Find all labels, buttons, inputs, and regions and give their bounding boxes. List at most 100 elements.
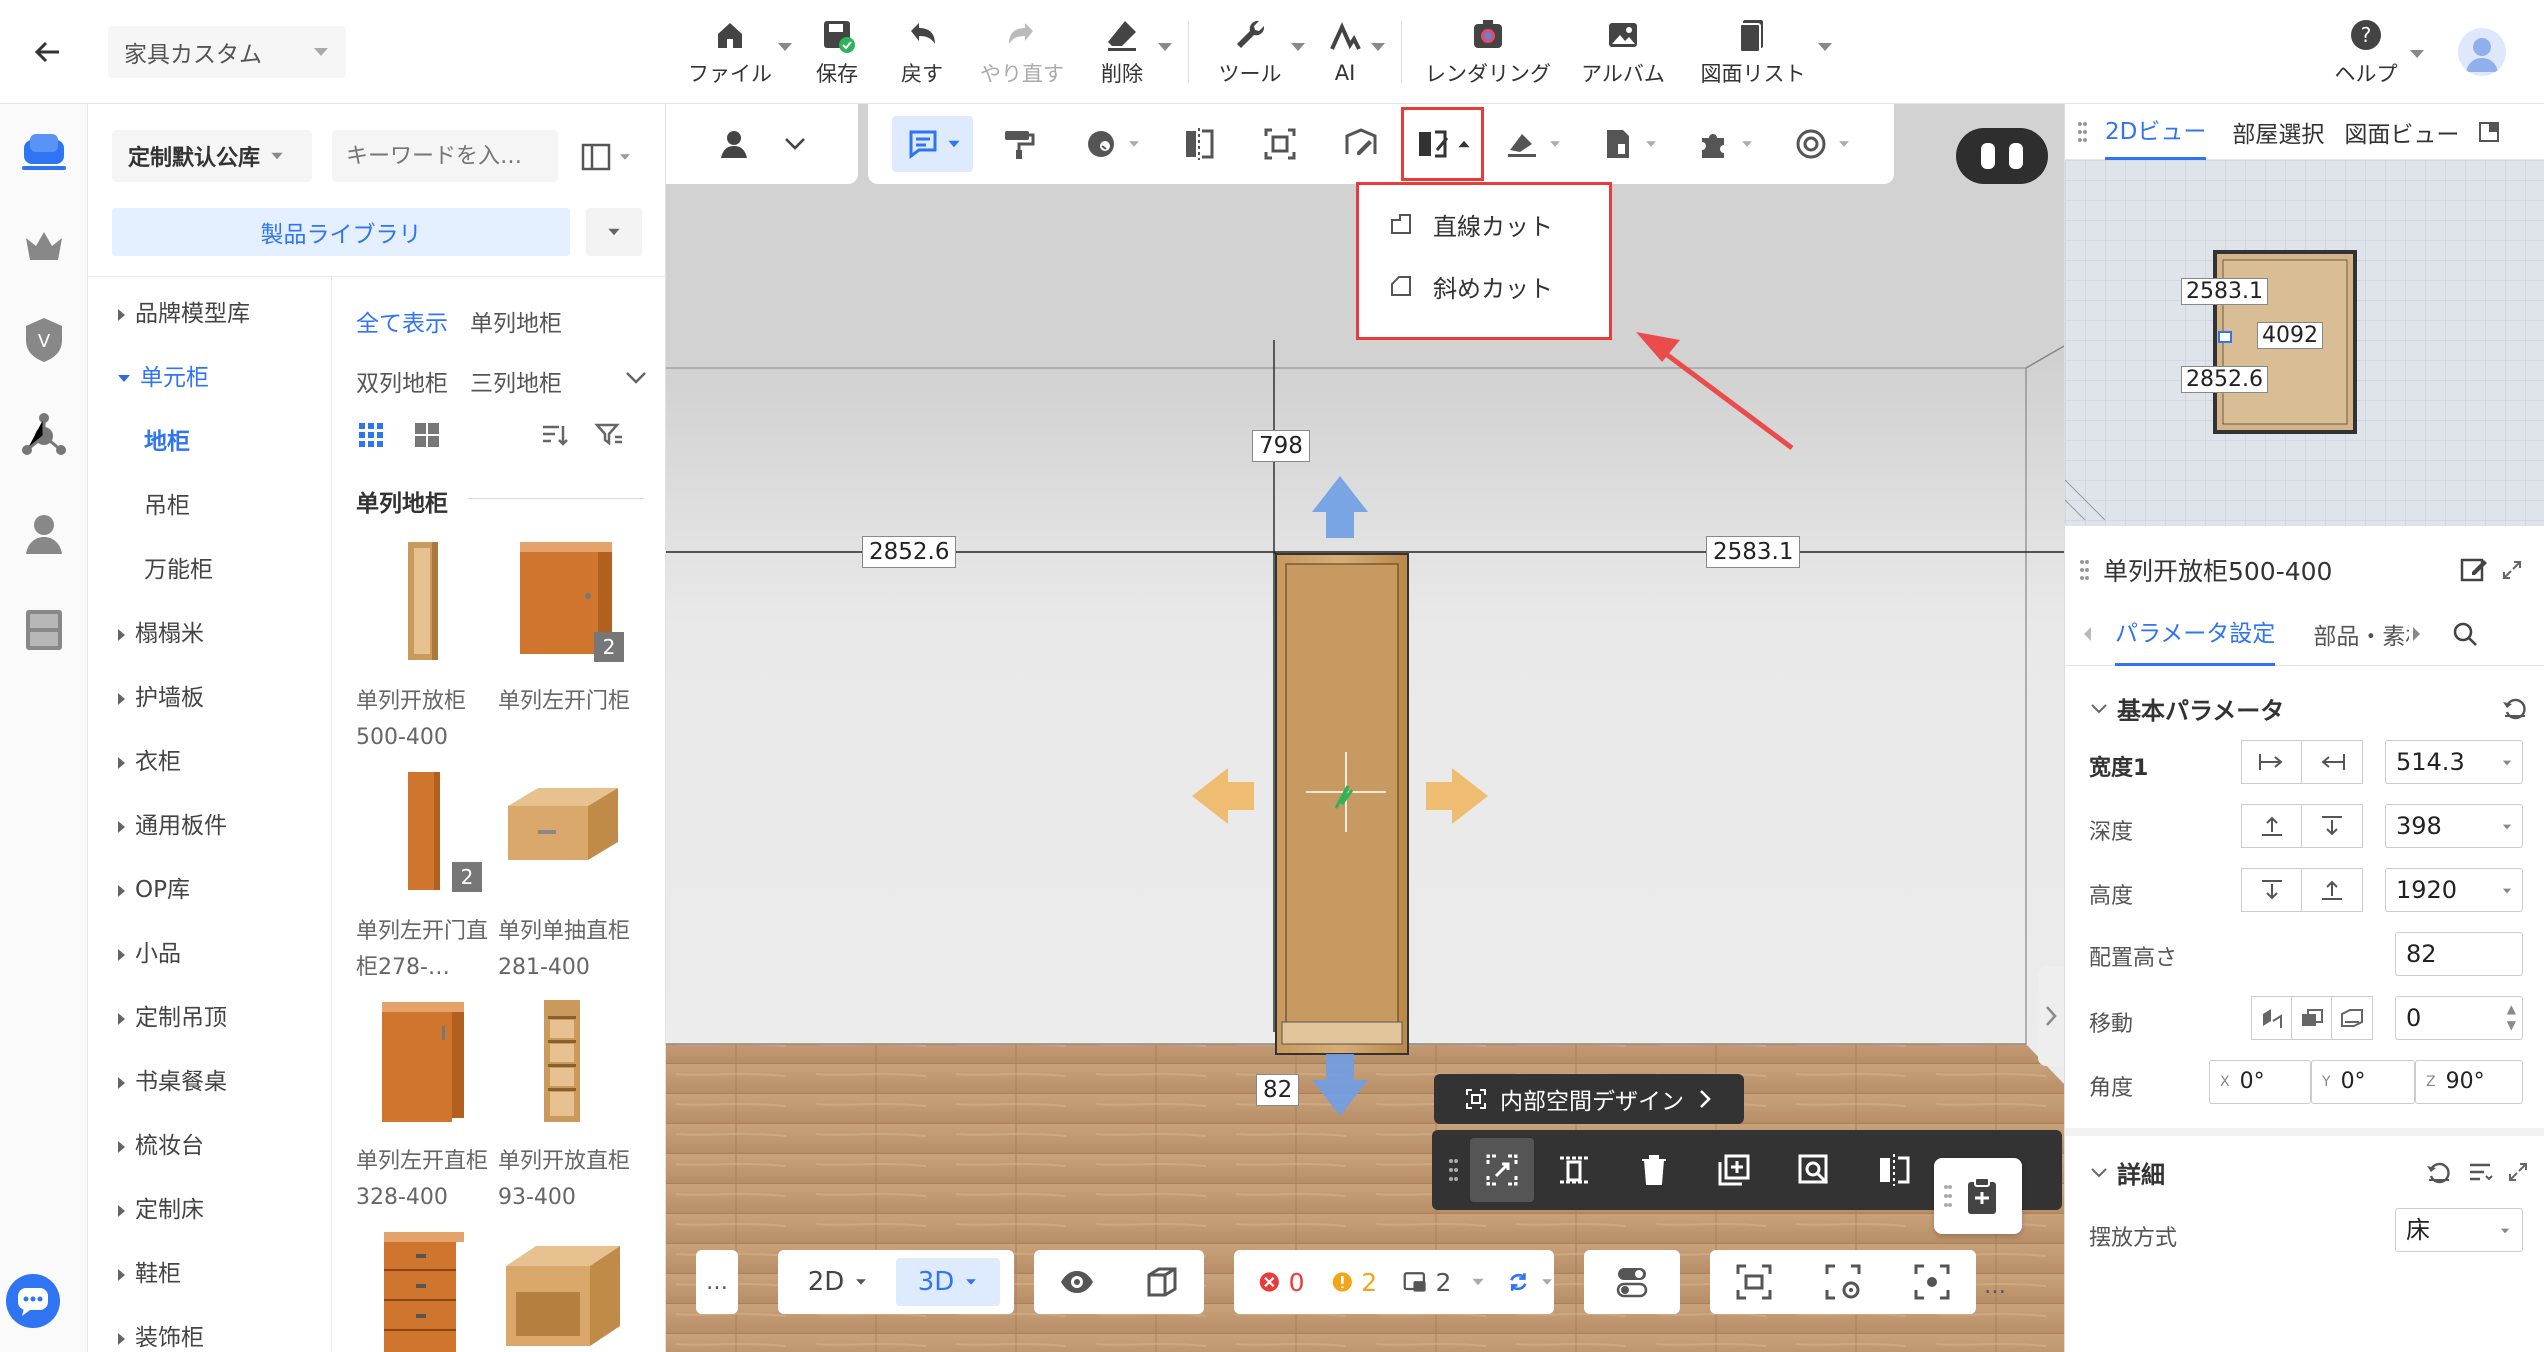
delete-object-button[interactable] <box>1614 1150 1694 1190</box>
category-item[interactable]: 定制吊顶 <box>118 998 227 1032</box>
rail-user[interactable] <box>18 508 70 560</box>
move-mode-icon[interactable] <box>2332 997 2372 1039</box>
diagonal-cut-item[interactable]: 斜めカット <box>1365 255 1603 317</box>
filter-icon[interactable] <box>594 420 624 450</box>
align-button[interactable] <box>1854 1150 1934 1190</box>
width-input[interactable]: 514.3 <box>2385 740 2523 784</box>
delete-button[interactable]: 削除 <box>1082 0 1162 104</box>
category-item[interactable]: 小品 <box>118 934 181 968</box>
scale-button[interactable] <box>1470 1138 1534 1202</box>
rail-crown[interactable] <box>18 220 70 272</box>
chevron-down-icon[interactable] <box>778 43 792 51</box>
height-anchor-segment[interactable] <box>2241 868 2363 912</box>
dimension-label-left[interactable]: 2852.6 <box>862 536 957 568</box>
album-button[interactable]: アルバム <box>1558 0 1688 104</box>
dimension-label-right[interactable]: 2583.1 <box>1706 536 1801 568</box>
product-card[interactable] <box>498 1226 628 1352</box>
product-card[interactable]: 2 单列左开门柜 <box>498 536 638 720</box>
cut-tool-button[interactable] <box>1401 107 1485 181</box>
placement-select[interactable]: 床 <box>2395 1208 2523 1252</box>
reset-icon[interactable] <box>2425 1160 2453 1184</box>
fit-view-icon[interactable] <box>1734 1262 1774 1302</box>
anchor-right-icon[interactable] <box>2302 741 2362 783</box>
select-frame-button[interactable] <box>1239 112 1320 176</box>
eye-icon[interactable] <box>1058 1263 1096 1301</box>
dimension-label-bottom[interactable]: 82 <box>1256 1074 1300 1106</box>
chevron-down-icon[interactable] <box>1291 43 1305 51</box>
tab-parameters[interactable]: パラメータ設定 <box>2115 602 2276 666</box>
drag-handle-icon[interactable] <box>1448 1155 1458 1185</box>
more-right-button[interactable]: … <box>1984 1274 2006 1299</box>
basic-params-header[interactable]: 基本パラメータ <box>2089 686 2529 730</box>
robot-assistant-button[interactable] <box>1956 128 2048 184</box>
project-name-select[interactable]: 家具カスタム <box>108 26 346 78</box>
library-source-select[interactable]: 定制默认公库 <box>112 130 312 182</box>
product-card[interactable]: 单列单抽直柜281-400 <box>498 766 638 986</box>
status-tools[interactable]: 0 2 2 <box>1234 1250 1554 1314</box>
chevron-right-icon[interactable] <box>2409 624 2423 644</box>
drawing-list-button[interactable]: 図面リスト <box>1688 0 1818 104</box>
undo-button[interactable]: 戻す <box>882 0 962 104</box>
more-left-button[interactable]: … <box>696 1250 738 1314</box>
mirror-tool-button[interactable] <box>1158 112 1239 176</box>
height-input[interactable]: 1920 <box>2385 868 2523 912</box>
depth-input[interactable]: 398 <box>2385 804 2523 848</box>
chevron-left-icon[interactable] <box>2081 624 2095 644</box>
reset-icon[interactable] <box>2501 696 2529 720</box>
small-grid-icon[interactable] <box>356 420 386 450</box>
product-card[interactable]: 单列开放直柜93-400 <box>498 996 638 1216</box>
category-item[interactable]: 定制床 <box>118 1190 204 1224</box>
angle-x-input[interactable]: X 0° <box>2209 1060 2311 1104</box>
search-input[interactable] <box>332 130 558 182</box>
save-button[interactable]: 保存 <box>792 0 882 104</box>
width-anchor-segment[interactable] <box>2241 740 2363 784</box>
large-grid-icon[interactable] <box>412 420 442 450</box>
library-dropdown-button[interactable] <box>586 208 642 256</box>
detail-section-header[interactable]: 詳細 <box>2089 1150 2529 1194</box>
search-icon[interactable] <box>2451 620 2479 648</box>
expand-icon[interactable] <box>2501 559 2523 581</box>
chevron-down-icon[interactable] <box>1371 43 1385 51</box>
filter-double[interactable]: 双列地柜 <box>356 364 448 398</box>
category-item[interactable]: 梳妆台 <box>118 1126 204 1160</box>
plugin-tool-button[interactable] <box>1677 112 1773 176</box>
move-input[interactable]: 0 ▲ ▼ <box>2395 996 2523 1040</box>
angle-z-input[interactable]: Z 90° <box>2415 1060 2523 1104</box>
product-library-button[interactable]: 製品ライブラリ <box>112 208 570 256</box>
tab-drawing-view[interactable]: 図面ビュー <box>2344 115 2459 149</box>
rail-vip[interactable]: V <box>18 314 70 366</box>
view-person-select[interactable] <box>666 104 858 184</box>
edit-mode-button[interactable] <box>892 116 973 172</box>
expand-chevron-icon[interactable] <box>624 368 648 388</box>
rail-cabinet[interactable] <box>18 604 70 656</box>
3d-viewport[interactable]: 798 2852.6 2583.1 82 直線カット 斜めカット 内部空間デザイ… <box>666 104 2064 1352</box>
product-card[interactable]: 单列左开直柜328-400 <box>356 996 496 1216</box>
focus-icon[interactable] <box>1912 1262 1952 1302</box>
redo-button[interactable]: やり直す <box>962 0 1082 104</box>
back-button[interactable] <box>22 26 74 78</box>
chat-button[interactable] <box>6 1274 60 1328</box>
filter-single[interactable]: 单列地柜 <box>470 304 562 338</box>
dimension-label-top[interactable]: 798 <box>1252 430 1310 462</box>
product-card[interactable]: 2 单列左开门直柜278-… <box>356 766 496 986</box>
move-mode-icon[interactable] <box>2252 997 2292 1039</box>
angle-y-input[interactable]: Y 0° <box>2311 1060 2415 1104</box>
edge-tool-button[interactable] <box>1484 112 1580 176</box>
subcategory-item-selected[interactable]: 地柜 <box>144 422 190 456</box>
chevron-down-icon[interactable] <box>1158 43 1172 51</box>
product-card[interactable]: 单列开放柜500-400 <box>356 536 496 756</box>
category-item[interactable]: 通用板件 <box>118 806 227 840</box>
anchor-left-icon[interactable] <box>2242 741 2302 783</box>
chevron-down-icon[interactable] <box>1818 43 1832 51</box>
subcategory-item[interactable]: 吊柜 <box>144 486 190 520</box>
category-item[interactable]: OP库 <box>118 870 190 904</box>
product-card[interactable] <box>356 1226 486 1352</box>
help-button[interactable]: ? ヘルプ <box>2316 0 2416 104</box>
filter-all[interactable]: 全て表示 <box>356 304 448 338</box>
interior-design-button[interactable]: 内部空間デザイン <box>1434 1074 1744 1124</box>
split-button[interactable] <box>1534 1150 1614 1190</box>
anchor-top-icon[interactable] <box>2242 869 2302 911</box>
target-tool-button[interactable] <box>1774 112 1870 176</box>
tab-room-select[interactable]: 部屋選択 <box>2232 115 2324 149</box>
popout-icon[interactable] <box>2477 120 2501 144</box>
